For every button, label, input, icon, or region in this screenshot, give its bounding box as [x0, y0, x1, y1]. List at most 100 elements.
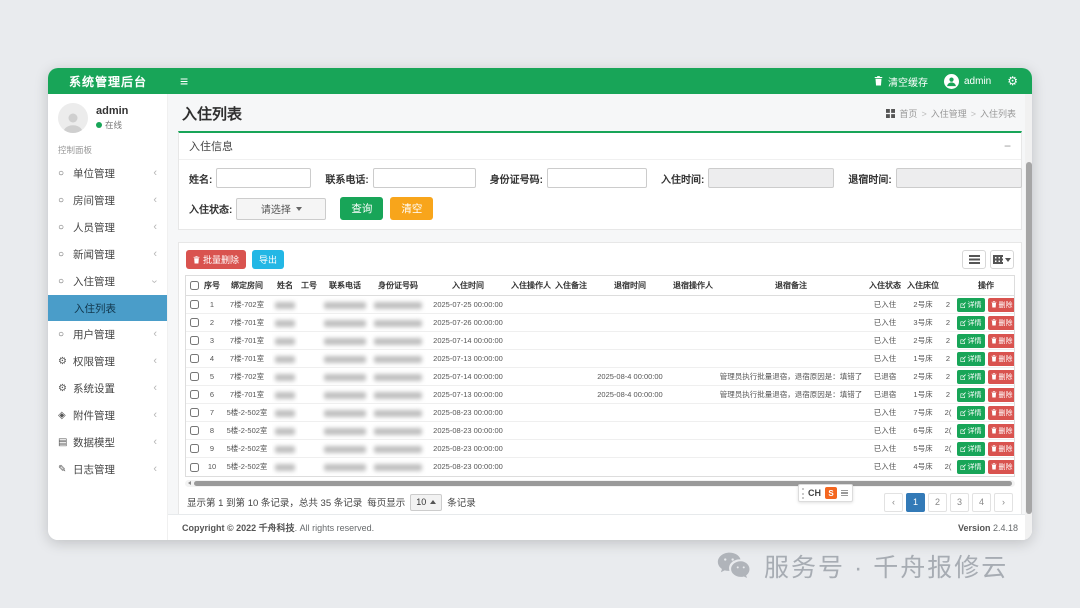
row-checkbox[interactable] — [190, 426, 199, 435]
row-checkbox[interactable] — [190, 336, 199, 345]
sidebar-item-单位管理[interactable]: ○单位管理‹ — [48, 160, 167, 187]
prev-page-button[interactable]: ‹ — [884, 493, 903, 512]
page-button-2[interactable]: 2 — [928, 493, 947, 512]
caret-down-icon — [1005, 258, 1011, 265]
delete-button[interactable]: 删除 — [988, 460, 1016, 474]
avatar — [944, 74, 959, 89]
delete-button[interactable]: 删除 — [988, 298, 1016, 312]
toggle-list-view-button[interactable] — [962, 250, 986, 269]
sidebar-item-人员管理[interactable]: ○人员管理‹ — [48, 214, 167, 241]
redacted-name — [275, 320, 295, 327]
delete-button[interactable]: 删除 — [988, 370, 1016, 384]
collapse-panel-button[interactable]: − — [1004, 140, 1011, 152]
table-panel: 批量删除 导出 序号绑定房间姓名工号联系电话身份证号码入住时间入住操作人入住备注… — [178, 242, 1022, 514]
horizontal-scrollbar[interactable] — [185, 480, 1015, 487]
edit-icon — [960, 410, 966, 416]
trash-icon — [991, 319, 997, 326]
page-button-3[interactable]: 3 — [950, 493, 969, 512]
row-checkbox[interactable] — [190, 463, 199, 472]
per-page-suffix: 条记录 — [447, 495, 476, 509]
list-icon — [969, 255, 980, 264]
row-checkbox[interactable] — [190, 390, 199, 399]
sidebar-item-房间管理[interactable]: ○房间管理‹ — [48, 187, 167, 214]
status-cell: 已入住 — [866, 404, 904, 422]
redacted-phone — [324, 428, 366, 435]
status-cell: 已入住 — [866, 350, 904, 368]
sidebar-item-新闻管理[interactable]: ○新闻管理‹ — [48, 241, 167, 268]
sidebar-item-权限管理[interactable]: ⚙权限管理‹ — [48, 348, 167, 375]
breadcrumb-item-入住管理[interactable]: 入住管理 — [931, 107, 967, 120]
checkout-time-input[interactable] — [896, 168, 1022, 188]
delete-button[interactable]: 删除 — [988, 406, 1016, 420]
bulk-delete-button[interactable]: 批量删除 — [186, 250, 246, 269]
idcard-input[interactable] — [547, 168, 647, 188]
row-checkbox[interactable] — [190, 408, 199, 417]
row-checkbox[interactable] — [190, 372, 199, 381]
sidebar-item-入住管理[interactable]: ○入住管理‹ — [48, 268, 167, 295]
select-all-checkbox[interactable] — [190, 281, 199, 290]
delete-button[interactable]: 删除 — [988, 424, 1016, 438]
sidebar-subitem-入住列表[interactable]: 入住列表 — [48, 295, 167, 321]
clear-cache-button[interactable]: 清空缓存 — [874, 74, 928, 89]
sidebar-toggle-icon[interactable]: ≡ — [168, 68, 200, 94]
detail-button[interactable]: 详情 — [957, 316, 985, 330]
breadcrumb-item-首页[interactable]: 首页 — [899, 107, 917, 120]
sogou-ime-icon[interactable]: S — [825, 487, 837, 499]
online-dot — [96, 122, 102, 128]
detail-button[interactable]: 详情 — [957, 370, 985, 384]
sidebar-item-附件管理[interactable]: ◈附件管理‹ — [48, 402, 167, 429]
edit-icon — [960, 320, 966, 326]
vertical-scrollbar[interactable] — [1025, 94, 1032, 540]
column-header: 入住床位 — [904, 276, 942, 296]
detail-button[interactable]: 详情 — [957, 352, 985, 366]
idcard-label: 身份证号码: — [490, 171, 543, 186]
ime-language-bar[interactable]: CH S — [798, 484, 853, 502]
row-checkbox[interactable] — [190, 354, 199, 363]
next-page-button[interactable]: › — [994, 493, 1013, 512]
delete-button[interactable]: 删除 — [988, 334, 1016, 348]
detail-button[interactable]: 详情 — [957, 298, 985, 312]
ime-drag-handle[interactable] — [802, 488, 804, 499]
horizontal-scroll-thumb[interactable] — [194, 481, 1012, 486]
status-select[interactable]: 请选择 — [236, 198, 326, 220]
table-row: 85楼-2-502室2025-08-23 00:00:00已入住6号床2(详情删… — [186, 422, 1015, 440]
user-menu[interactable]: admin — [944, 74, 991, 89]
delete-button[interactable]: 删除 — [988, 442, 1016, 456]
phone-input[interactable] — [373, 168, 476, 188]
cogs-icon: ⚙ — [58, 383, 73, 394]
trash-icon — [991, 301, 997, 308]
ime-menu-icon[interactable] — [841, 490, 848, 497]
row-checkbox[interactable] — [190, 300, 199, 309]
sidebar-item-数据模型[interactable]: ▤数据模型‹ — [48, 429, 167, 456]
redacted-phone — [324, 338, 366, 345]
detail-button[interactable]: 详情 — [957, 442, 985, 456]
detail-button[interactable]: 详情 — [957, 334, 985, 348]
detail-button[interactable]: 详情 — [957, 406, 985, 420]
search-button[interactable]: 查询 — [340, 197, 383, 220]
chevron-left-icon: ‹ — [153, 249, 157, 260]
row-checkbox[interactable] — [190, 444, 199, 453]
vertical-scroll-thumb[interactable] — [1026, 162, 1032, 514]
redacted-name — [275, 374, 295, 381]
row-checkbox[interactable] — [190, 318, 199, 327]
settings-gears-icon[interactable]: ⚙ — [1007, 75, 1018, 87]
delete-button[interactable]: 删除 — [988, 316, 1016, 330]
edit-icon — [960, 302, 966, 308]
sidebar-item-系统设置[interactable]: ⚙系统设置‹ — [48, 375, 167, 402]
export-button[interactable]: 导出 — [252, 250, 284, 269]
detail-button[interactable]: 详情 — [957, 460, 985, 474]
columns-dropdown-button[interactable] — [990, 250, 1014, 269]
page-button-4[interactable]: 4 — [972, 493, 991, 512]
detail-button[interactable]: 详情 — [957, 424, 985, 438]
page-size-select[interactable]: 10 — [410, 494, 442, 511]
page-button-1[interactable]: 1 — [906, 493, 925, 512]
name-input[interactable] — [216, 168, 311, 188]
checkin-time-input[interactable] — [708, 168, 834, 188]
clear-button[interactable]: 清空 — [390, 197, 433, 220]
delete-button[interactable]: 删除 — [988, 388, 1016, 402]
table-row: 105楼-2-502室2025-08-23 00:00:00已入住4号床2(详情… — [186, 458, 1015, 476]
sidebar-item-日志管理[interactable]: ✎日志管理‹ — [48, 456, 167, 483]
detail-button[interactable]: 详情 — [957, 388, 985, 402]
sidebar-item-用户管理[interactable]: ○用户管理‹ — [48, 321, 167, 348]
delete-button[interactable]: 删除 — [988, 352, 1016, 366]
